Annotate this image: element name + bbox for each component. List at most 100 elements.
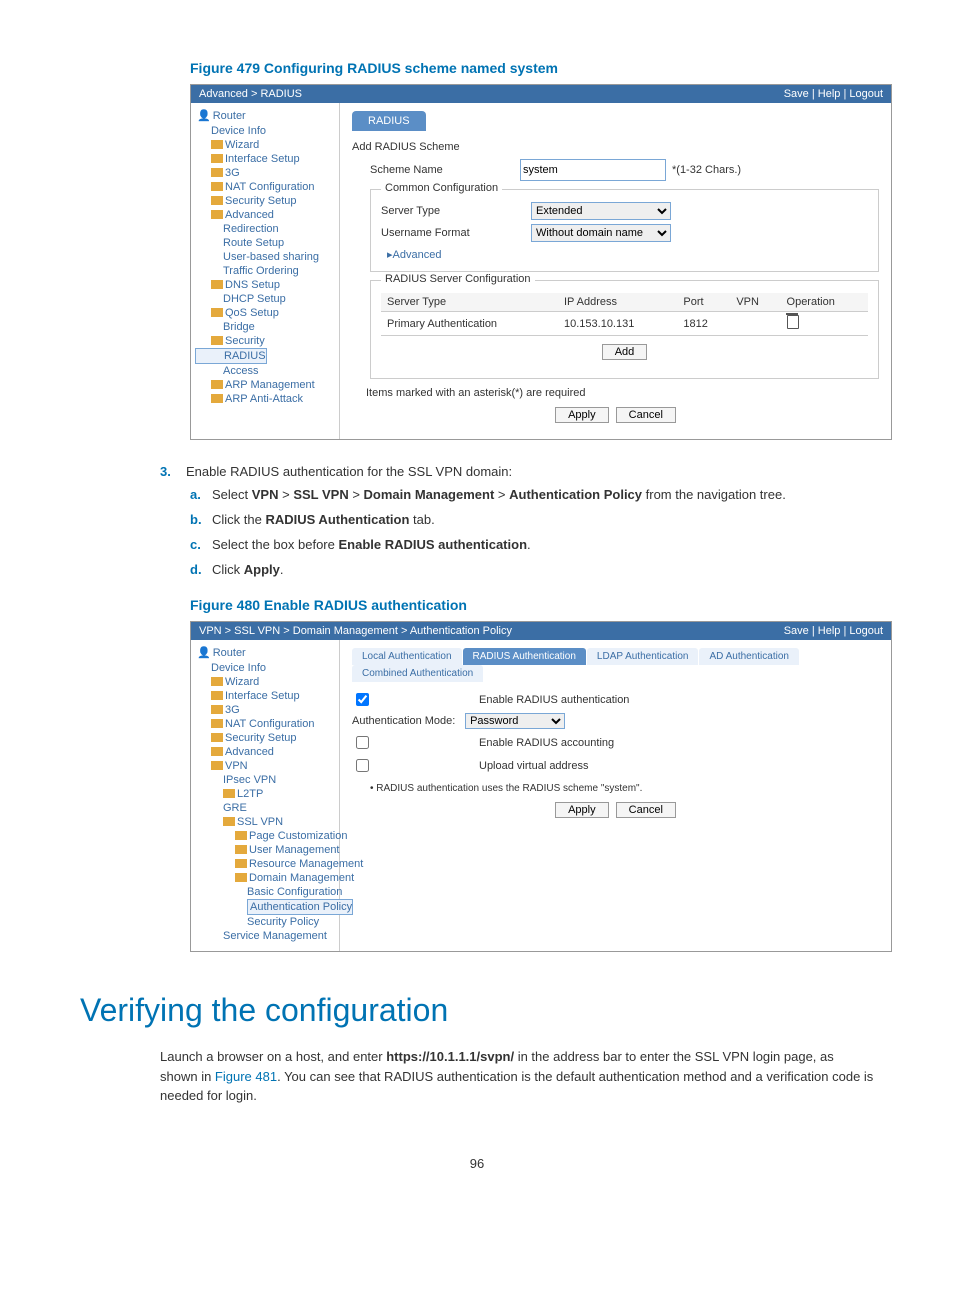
folder-icon xyxy=(211,154,223,163)
nav-route-setup[interactable]: Route Setup xyxy=(195,236,335,250)
nav-bridge[interactable]: Bridge xyxy=(195,320,335,334)
col-vpn: VPN xyxy=(730,293,780,312)
upload-virtual-checkbox[interactable] xyxy=(356,759,369,772)
user-icon: 👤 xyxy=(197,109,211,122)
nav-vpn[interactable]: VPN xyxy=(195,759,335,773)
auth-mode-select[interactable]: Password xyxy=(465,713,565,729)
nav-gre[interactable]: GRE xyxy=(195,801,335,815)
folder-icon xyxy=(211,691,223,700)
nav-device-info[interactable]: Device Info xyxy=(195,661,335,675)
nav-router[interactable]: 👤Router xyxy=(195,107,335,124)
cancel-button[interactable]: Cancel xyxy=(616,407,676,423)
nav-page-custom[interactable]: Page Customization xyxy=(195,829,335,843)
folder-icon xyxy=(235,831,247,840)
nav-nat[interactable]: NAT Configuration xyxy=(195,180,335,194)
nav-user-sharing[interactable]: User-based sharing xyxy=(195,250,335,264)
tab-radius[interactable]: RADIUS xyxy=(352,111,426,131)
required-note: Items marked with an asterisk(*) are req… xyxy=(366,387,879,399)
nav-basic-cfg[interactable]: Basic Configuration xyxy=(195,885,335,899)
nav-wizard[interactable]: Wizard xyxy=(195,675,335,689)
figure-481-link[interactable]: Figure 481 xyxy=(215,1069,277,1084)
figure-480-caption: Figure 480 Enable RADIUS authentication xyxy=(190,597,874,613)
table-row[interactable]: Primary Authentication 10.153.10.131 181… xyxy=(381,312,868,336)
folder-icon xyxy=(211,761,223,770)
advanced-toggle[interactable]: ▸Advanced xyxy=(381,246,868,261)
folder-icon xyxy=(223,817,235,826)
nav-dhcp-setup[interactable]: DHCP Setup xyxy=(195,292,335,306)
nav-ipsec-vpn[interactable]: IPsec VPN xyxy=(195,773,335,787)
folder-icon xyxy=(211,733,223,742)
user-icon: 👤 xyxy=(197,646,211,659)
step-3: 3.Enable RADIUS authentication for the S… xyxy=(160,464,874,577)
enable-accounting-label: Enable RADIUS accounting xyxy=(479,737,614,749)
nav-service-mgmt[interactable]: Service Management xyxy=(195,929,335,943)
nav-nat[interactable]: NAT Configuration xyxy=(195,717,335,731)
upload-virtual-label: Upload virtual address xyxy=(479,760,588,772)
nav-user-mgmt[interactable]: User Management xyxy=(195,843,335,857)
top-links[interactable]: Save | Help | Logout xyxy=(784,88,883,100)
nav-redirection[interactable]: Redirection xyxy=(195,222,335,236)
scheme-name-input[interactable] xyxy=(520,159,666,181)
nav-qos-setup[interactable]: QoS Setup xyxy=(195,306,335,320)
nav-wizard[interactable]: Wizard xyxy=(195,138,335,152)
folder-icon xyxy=(211,747,223,756)
username-format-label: Username Format xyxy=(381,227,531,239)
nav-3g[interactable]: 3G xyxy=(195,166,335,180)
nav-ssl-vpn[interactable]: SSL VPN xyxy=(195,815,335,829)
folder-icon xyxy=(211,719,223,728)
nav-arp-mgmt[interactable]: ARP Management xyxy=(195,378,335,392)
section-title: Add RADIUS Scheme xyxy=(352,141,879,153)
username-format-select[interactable]: Without domain name xyxy=(531,224,671,242)
folder-icon xyxy=(211,196,223,205)
nav-security-policy[interactable]: Security Policy xyxy=(195,915,335,929)
enable-radius-checkbox[interactable] xyxy=(356,693,369,706)
nav-advanced[interactable]: Advanced xyxy=(195,745,335,759)
folder-icon xyxy=(211,380,223,389)
nav-security-setup[interactable]: Security Setup xyxy=(195,731,335,745)
nav-domain-mgmt[interactable]: Domain Management xyxy=(195,871,335,885)
apply-button[interactable]: Apply xyxy=(555,407,609,423)
nav-dns-setup[interactable]: DNS Setup xyxy=(195,278,335,292)
nav-router[interactable]: 👤Router xyxy=(195,644,335,661)
folder-icon xyxy=(211,280,223,289)
step-3c: c.Select the box before Enable RADIUS au… xyxy=(190,537,874,552)
nav-radius[interactable]: RADIUS xyxy=(195,348,267,364)
apply-button[interactable]: Apply xyxy=(555,802,609,818)
nav-interface-setup[interactable]: Interface Setup xyxy=(195,689,335,703)
nav-device-info[interactable]: Device Info xyxy=(195,124,335,138)
page-number: 96 xyxy=(80,1156,874,1171)
cell-vpn xyxy=(730,312,780,336)
nav-l2tp[interactable]: L2TP xyxy=(195,787,335,801)
add-button[interactable]: Add xyxy=(602,344,648,360)
cancel-button[interactable]: Cancel xyxy=(616,802,676,818)
tab-ldap-auth[interactable]: LDAP Authentication xyxy=(587,648,699,665)
tab-combined-auth[interactable]: Combined Authentication xyxy=(352,665,483,682)
tab-radius-auth[interactable]: RADIUS Authentication xyxy=(463,648,586,665)
tab-ad-auth[interactable]: AD Authentication xyxy=(699,648,799,665)
nav-access[interactable]: Access xyxy=(195,364,335,378)
folder-icon xyxy=(211,182,223,191)
figure-480-screenshot: VPN > SSL VPN > Domain Management > Auth… xyxy=(190,621,892,952)
trash-icon[interactable] xyxy=(787,315,799,329)
col-server-type: Server Type xyxy=(381,293,558,312)
folder-icon xyxy=(235,845,247,854)
nav-arp-anti[interactable]: ARP Anti-Attack xyxy=(195,392,335,406)
server-table: Server Type IP Address Port VPN Operatio… xyxy=(381,293,868,336)
breadcrumb: Advanced > RADIUS xyxy=(199,88,302,100)
enable-accounting-checkbox[interactable] xyxy=(356,736,369,749)
heading-verifying: Verifying the configuration xyxy=(80,992,874,1029)
nav-security[interactable]: Security xyxy=(195,334,335,348)
nav-traffic-ordering[interactable]: Traffic Ordering xyxy=(195,264,335,278)
nav-security-setup[interactable]: Security Setup xyxy=(195,194,335,208)
nav-resource-mgmt[interactable]: Resource Management xyxy=(195,857,335,871)
nav-3g[interactable]: 3G xyxy=(195,703,335,717)
folder-icon xyxy=(211,705,223,714)
nav-advanced[interactable]: Advanced xyxy=(195,208,335,222)
top-links[interactable]: Save | Help | Logout xyxy=(784,625,883,637)
nav-interface-setup[interactable]: Interface Setup xyxy=(195,152,335,166)
nav-tree: 👤Router Device Info Wizard Interface Set… xyxy=(191,640,340,951)
folder-icon xyxy=(211,336,223,345)
nav-auth-policy[interactable]: Authentication Policy xyxy=(247,899,353,915)
server-type-select[interactable]: Extended xyxy=(531,202,671,220)
tab-local-auth[interactable]: Local Authentication xyxy=(352,648,462,665)
